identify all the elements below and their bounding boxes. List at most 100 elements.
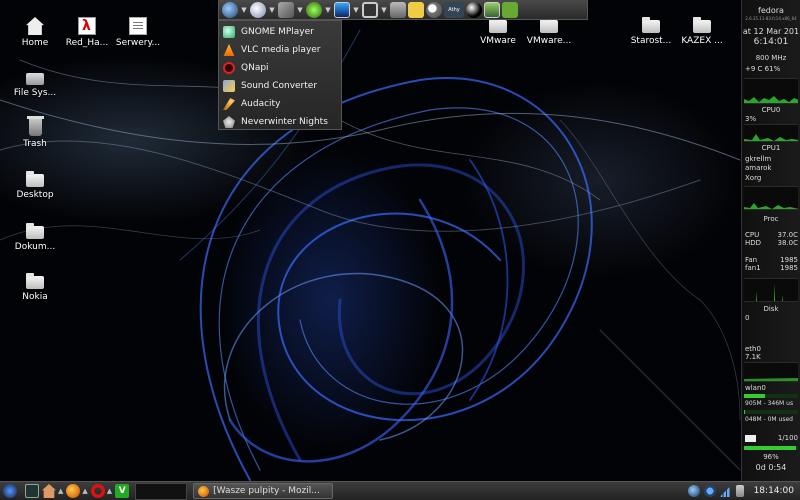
desktop-icon-label: Starost... [630,36,672,46]
desktop-icon-home[interactable]: Home [7,17,63,61]
home-icon [26,17,44,35]
settings-tray-icon[interactable] [703,485,716,497]
folder-icon [26,171,44,187]
menu-item-label: Audacity [241,99,281,109]
top-process-1: gkrellm [745,155,772,163]
sensor-name: fan1 [745,264,761,272]
home-icon[interactable] [42,484,56,498]
gnome-mplayer-icon [223,26,235,38]
chevron-down-icon[interactable]: ▼ [324,2,332,18]
wallpaper-background [0,29,741,481]
chevron-up-icon[interactable]: ▲ [107,487,112,495]
sensor-value: 38.0C [777,239,798,247]
folder-icon [693,17,711,33]
proc-label: Proc [763,215,779,223]
sensor-name: HDD [745,239,762,247]
folder-icon [642,17,660,33]
image-viewer-button[interactable] [484,1,500,18]
chevron-down-icon[interactable]: ▼ [296,2,304,18]
desktop-icon-nokia[interactable]: Nokia [7,272,63,316]
desktop[interactable]: Home Red_Ha... Serwery... File Sys... Tr… [0,0,800,500]
folder-icon [540,17,558,33]
disk-label: Disk [763,305,779,313]
desktop-icon-vmware-2[interactable]: VMware... [521,16,577,60]
firefox-icon[interactable] [66,484,81,498]
chevron-down-icon[interactable]: ▼ [352,2,360,18]
display-settings-button[interactable] [362,1,378,18]
chevron-down-icon[interactable]: ▼ [268,2,276,18]
fedora-menu-icon[interactable] [3,484,17,498]
desktop-icon-label: Home [21,38,49,48]
games-menu-button[interactable] [306,1,322,18]
eth-label: eth0 [745,345,761,353]
desktop-icon-label: VMware [480,36,516,46]
menu-item-qnapi[interactable]: QNapi [219,59,341,77]
battery-icon[interactable] [735,485,744,497]
menu-item-audacity[interactable]: Audacity [219,95,341,113]
athy-launcher-button[interactable]: Athy [444,1,464,18]
terminal-icon[interactable] [25,484,39,498]
chevron-down-icon[interactable]: ▼ [380,2,388,18]
multimedia-app-menu: GNOME MPlayer VLC media player QNapi Sou… [218,20,342,130]
menu-item-gnome-mplayer[interactable]: GNOME MPlayer [219,23,341,41]
clock[interactable]: 18:14:00 [754,486,794,496]
desktop-pager[interactable] [135,482,188,500]
chevron-up-icon[interactable]: ▲ [82,487,87,495]
cpu0-percent: 3% [745,115,757,123]
chevron-up-icon[interactable]: ▲ [58,487,63,495]
menu-item-label: Sound Converter [241,81,318,91]
tools-menu-button[interactable] [278,1,294,18]
desktop-icon-serwery[interactable]: Serwery... [110,17,166,61]
mail-row[interactable]: 1/100 [745,434,798,442]
mail-count: 1/100 [777,434,798,442]
wifi-signal-icon[interactable] [719,485,732,497]
desktop-icon-trash[interactable]: Trash [7,116,63,162]
sensor-cpu: CPU 37.0C [745,231,798,239]
date: at 12 Mar 201 [742,27,800,36]
chevron-down-icon[interactable]: ▼ [240,2,248,18]
temperature-line: +9 C 61% [745,65,781,73]
document-icon [129,17,147,35]
menu-item-label: GNOME MPlayer [241,27,314,37]
desktop-icon-desktop[interactable]: Desktop [7,170,63,214]
desktop-icon-kazex[interactable]: KAZEX ... [674,16,730,60]
menu-item-sound-converter[interactable]: Sound Converter [219,77,341,95]
sensor-fan1: fan1 1985 [745,264,798,272]
cpu0-graph [744,78,798,104]
vim-icon[interactable]: V [115,484,130,498]
network-button[interactable] [390,1,406,18]
search-icon[interactable] [426,1,442,18]
sound-converter-icon [223,80,235,92]
desktop-icon-starost[interactable]: Starost... [623,16,679,60]
sensor-value: 1985 [780,264,798,272]
swap-usage: 048M - 0M used [745,416,793,423]
gkrellm-monitor[interactable]: fedora 2.6.35.11-83.fc14.x86_64 at 12 Ma… [741,0,800,481]
network-tray-icon[interactable] [687,485,700,497]
ball-launcher-button[interactable] [466,1,482,18]
kernel-version: 2.6.35.11-83.fc14.x86_64 [745,16,797,21]
sensor-value: 1985 [780,256,798,264]
internet-menu-button[interactable] [250,1,266,18]
desktop-icon-vmware[interactable]: VMware [470,16,526,60]
multimedia-menu-button[interactable] [222,1,238,18]
sensor-hdd: HDD 38.0C [745,239,798,247]
opera-icon[interactable] [90,484,105,498]
menu-item-vlc[interactable]: VLC media player [219,41,341,59]
proc-graph [744,186,798,210]
taskbar-window-button[interactable]: [Wasze pulpity - Mozil... [193,483,334,499]
notes-button[interactable] [408,1,424,18]
top-process-2: amarok [745,164,772,172]
menu-item-neverwinter-nights[interactable]: Neverwinter Nights [219,113,341,131]
system-monitor-button[interactable] [334,1,350,18]
desktop-icon-red-hat-pdf[interactable]: Red_Ha... [59,17,115,61]
disk-value: 0 [745,314,750,322]
desktop-icon-file-system[interactable]: File Sys... [7,68,63,112]
desktop-icon-dokumenty[interactable]: Dokum... [7,222,63,266]
pdf-file-icon [78,17,96,35]
desktop-icon-label: KAZEX ... [681,36,723,46]
desktop-icon-label: Dokum... [14,242,56,252]
time: 6:14:01 [753,37,789,47]
logout-button[interactable] [502,1,518,18]
top-process-3: Xorg [745,174,762,182]
sensor-name: Fan [745,256,758,264]
